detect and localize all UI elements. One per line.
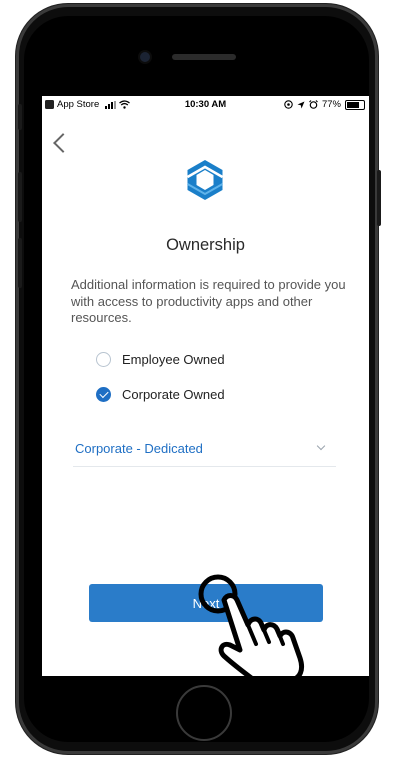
page-title: Ownership bbox=[166, 236, 245, 254]
location-icon bbox=[297, 101, 305, 108]
chevron-down-icon bbox=[316, 441, 326, 451]
next-button[interactable]: Next bbox=[89, 584, 323, 622]
device-type-value: Corporate - Dedicated bbox=[75, 441, 203, 456]
front-camera bbox=[140, 52, 150, 62]
battery-percent: 77% bbox=[321, 99, 341, 110]
silent-switch bbox=[18, 104, 22, 130]
volume-down-button bbox=[18, 238, 22, 288]
at-icon bbox=[284, 100, 293, 109]
earpiece-speaker bbox=[172, 54, 236, 60]
battery-icon bbox=[345, 99, 365, 110]
device-type-select[interactable]: Corporate - Dedicated bbox=[73, 438, 336, 467]
status-bar: App Store 10:30 AM 77% bbox=[42, 96, 369, 114]
app-screen: App Store 10:30 AM 77% Ownership Additio… bbox=[42, 96, 369, 676]
alarm-icon bbox=[309, 100, 318, 109]
home-button[interactable] bbox=[176, 685, 232, 741]
employee-owned-option[interactable]: Employee Owned bbox=[96, 352, 225, 367]
power-button bbox=[377, 170, 381, 226]
volume-up-button bbox=[18, 172, 22, 222]
radio-unselected-icon[interactable] bbox=[96, 352, 111, 367]
back-button[interactable] bbox=[46, 114, 74, 153]
checkmark-icon bbox=[98, 388, 109, 399]
corporate-owned-option[interactable]: Corporate Owned bbox=[96, 387, 225, 402]
status-right: 77% bbox=[284, 99, 365, 110]
hexagon-logo-icon bbox=[186, 160, 224, 200]
radio-selected-icon[interactable] bbox=[96, 387, 111, 402]
description-text: Additional information is required to pr… bbox=[71, 277, 346, 325]
corporate-owned-label: Corporate Owned bbox=[122, 387, 225, 402]
employee-owned-label: Employee Owned bbox=[122, 352, 225, 367]
chevron-left-icon bbox=[53, 133, 73, 153]
next-button-label: Next bbox=[192, 595, 220, 611]
